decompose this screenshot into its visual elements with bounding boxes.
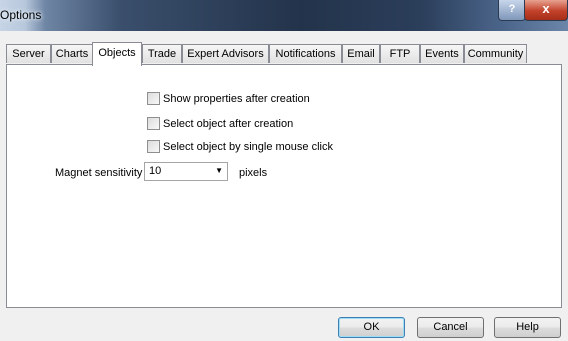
tab-charts[interactable]: Charts — [51, 44, 93, 63]
select-object-checkbox[interactable] — [147, 117, 160, 130]
tab-ftp[interactable]: FTP — [380, 44, 420, 63]
tab-email[interactable]: Email — [342, 44, 380, 63]
ok-button[interactable]: OK — [338, 317, 405, 338]
window-title: Options — [0, 8, 42, 22]
tab-community[interactable]: Community — [464, 44, 527, 63]
single-click-checkbox[interactable] — [147, 140, 160, 153]
title-bar: Options ? x — [0, 0, 568, 31]
cancel-button[interactable]: Cancel — [417, 317, 484, 338]
tab-objects[interactable]: Objects — [92, 42, 142, 66]
help-icon[interactable]: ? — [498, 0, 526, 21]
single-click-label: Select object by single mouse click — [163, 141, 333, 153]
select-object-label: Select object after creation — [163, 118, 294, 130]
chevron-down-icon[interactable]: ▼ — [215, 166, 223, 175]
magnet-sensitivity-value: 10 — [149, 165, 162, 177]
tab-events[interactable]: Events — [420, 44, 464, 63]
help-button[interactable]: Help — [494, 317, 561, 338]
objects-panel: Show properties after creation Select ob… — [6, 64, 562, 308]
tab-expert-advisors[interactable]: Expert Advisors — [182, 44, 269, 63]
show-properties-label: Show properties after creation — [163, 93, 310, 105]
magnet-sensitivity-label: Magnet sensitivity — [55, 167, 143, 179]
pixels-unit-label: pixels — [239, 167, 268, 179]
show-properties-checkbox[interactable] — [147, 92, 160, 105]
tab-notifications[interactable]: Notifications — [269, 44, 342, 63]
tab-trade[interactable]: Trade — [142, 44, 182, 63]
tab-server[interactable]: Server — [6, 44, 51, 63]
close-icon[interactable]: x — [524, 0, 568, 21]
magnet-sensitivity-select[interactable]: 10 ▼ — [144, 162, 228, 181]
